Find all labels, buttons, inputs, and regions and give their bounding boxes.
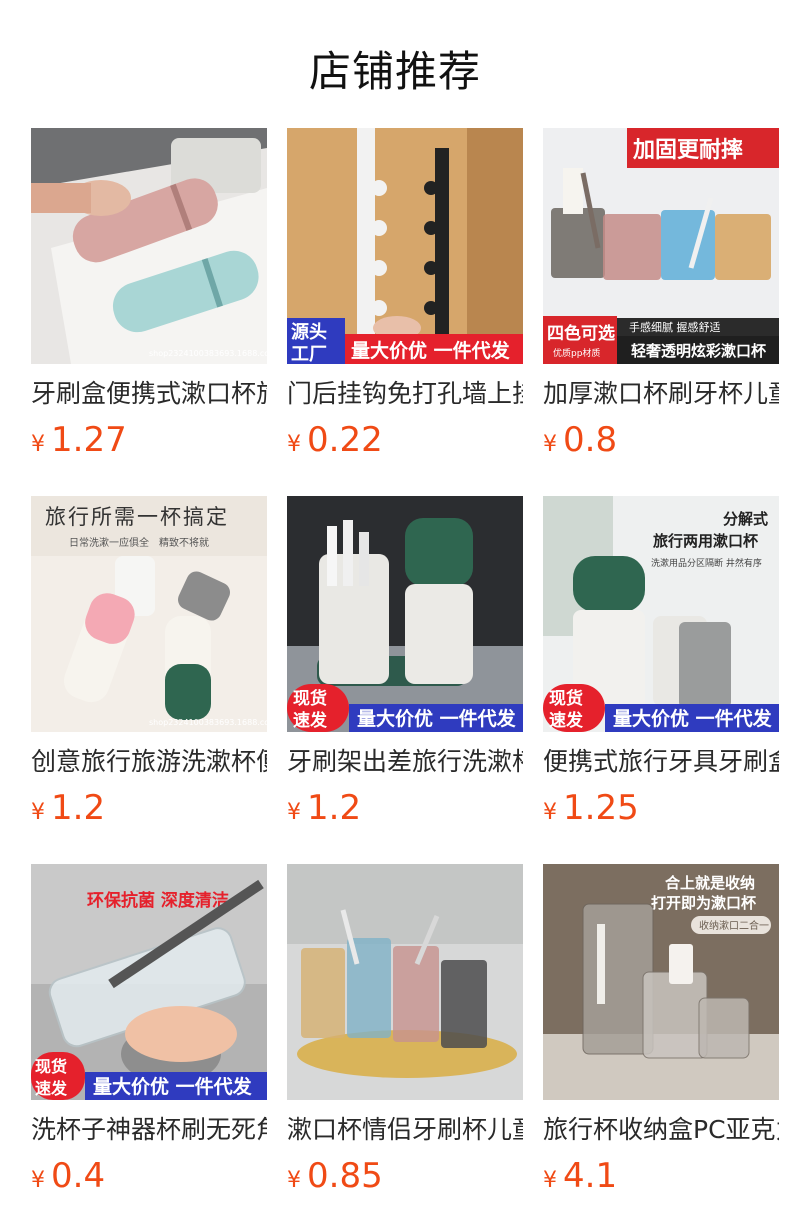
product-card[interactable]: 加固更耐摔 四色可选 优质pp材质 手感细腻 握感舒适 轻奢透明炫彩漱口杯 加厚… xyxy=(543,128,779,460)
banner-text: 量大价优 一件代发 xyxy=(93,1075,253,1098)
product-name[interactable]: 便携式旅行牙具牙刷盒 xyxy=(543,746,779,778)
product-name[interactable]: 牙刷盒便携式漱口杯旅行 xyxy=(31,378,267,410)
product-image-storage-cup[interactable]: 合上就是收纳 打开即为漱口杯 收纳漱口二合一 xyxy=(543,864,779,1100)
feature-text: 轻奢透明炫彩漱口杯 xyxy=(631,342,767,360)
product-name[interactable]: 牙刷架出差旅行洗漱杯套 xyxy=(287,746,523,778)
product-price: ¥1.25 xyxy=(543,788,779,828)
badge-text: 源头 xyxy=(291,321,327,343)
price-value: 4.1 xyxy=(563,1156,618,1196)
price-value: 0.8 xyxy=(563,420,618,460)
currency-symbol: ¥ xyxy=(543,1168,557,1193)
banner-text: 量大价优 一件代发 xyxy=(357,707,517,730)
product-name[interactable]: 旅行杯收纳盒PC亚克力 xyxy=(543,1114,779,1146)
badge-subtext: 优质pp材质 xyxy=(553,347,600,359)
price-value: 0.22 xyxy=(307,420,383,460)
price-value: 1.2 xyxy=(51,788,106,828)
watermark-text: shop2324100383693.1688.com xyxy=(149,349,267,358)
feature-text: 旅行两用漱口杯 xyxy=(653,532,759,550)
feature-tag: 收纳漱口二合一 xyxy=(699,919,769,932)
product-image-colored-cups[interactable]: 加固更耐摔 四色可选 优质pp材质 手感细腻 握感舒适 轻奢透明炫彩漱口杯 xyxy=(543,128,779,364)
product-card[interactable]: 旅行所需一杯搞定 日常洗漱一应俱全 精致不将就 shop232410038369… xyxy=(31,496,267,828)
product-image-cup-brush[interactable]: 环保抗菌 深度清洁 现货 速发 量大价优 一件代发 xyxy=(31,864,267,1100)
product-card[interactable]: 现货 速发 量大价优 一件代发 牙刷架出差旅行洗漱杯套 ¥1.2 xyxy=(287,496,523,828)
product-price: ¥1.2 xyxy=(287,788,523,828)
currency-symbol: ¥ xyxy=(287,800,301,825)
product-image-toothbrush-case[interactable]: shop2324100383693.1688.com xyxy=(31,128,267,364)
product-price: ¥0.85 xyxy=(287,1156,523,1196)
product-card[interactable]: 漱口杯情侣牙刷杯儿童 ¥0.85 xyxy=(287,864,523,1196)
product-price: ¥0.8 xyxy=(543,420,779,460)
product-image-split-cup[interactable]: 分解式 旅行两用漱口杯 洗漱用品分区隔断 井然有序 现货 速发 量大价优 一件代… xyxy=(543,496,779,732)
product-image-door-hook[interactable]: 源头 工厂 量大价优 一件代发 xyxy=(287,128,523,364)
product-price: ¥0.4 xyxy=(31,1156,267,1196)
subheadline-text: 日常洗漱一应俱全 精致不将就 xyxy=(69,536,209,549)
feature-text: 打开即为漱口杯 xyxy=(651,894,757,912)
currency-symbol: ¥ xyxy=(287,432,301,457)
feature-text: 手感细腻 握感舒适 xyxy=(629,320,721,334)
badge-text: 速发 xyxy=(293,710,328,731)
currency-symbol: ¥ xyxy=(31,432,45,457)
currency-symbol: ¥ xyxy=(287,1168,301,1193)
price-value: 1.2 xyxy=(307,788,362,828)
currency-symbol: ¥ xyxy=(543,432,557,457)
page-title: 店铺推荐 xyxy=(308,47,481,96)
badge-text: 工厂 xyxy=(291,344,327,364)
product-card[interactable]: 合上就是收纳 打开即为漱口杯 收纳漱口二合一 旅行杯收纳盒PC亚克力 ¥4.1 xyxy=(543,864,779,1196)
banner-text: 量大价优 一件代发 xyxy=(613,707,773,730)
badge-text: 现货 xyxy=(549,688,583,709)
feature-subtext: 洗漱用品分区隔断 井然有序 xyxy=(651,557,762,569)
badge-text: 现货 xyxy=(35,1057,67,1076)
product-image-green-cup-set[interactable]: 现货 速发 量大价优 一件代发 xyxy=(287,496,523,732)
price-value: 1.25 xyxy=(563,788,639,828)
feature-text: 合上就是收纳 xyxy=(664,874,755,892)
banner-text: 量大价优 一件代发 xyxy=(351,339,511,362)
product-image-travel-cups[interactable]: 旅行所需一杯搞定 日常洗漱一应俱全 精致不将就 shop232410038369… xyxy=(31,496,267,732)
price-value: 1.27 xyxy=(51,420,127,460)
product-name[interactable]: 漱口杯情侣牙刷杯儿童 xyxy=(287,1114,523,1146)
product-card[interactable]: 分解式 旅行两用漱口杯 洗漱用品分区隔断 井然有序 现货 速发 量大价优 一件代… xyxy=(543,496,779,828)
headline-text: 旅行所需一杯搞定 xyxy=(45,505,229,529)
currency-symbol: ¥ xyxy=(543,800,557,825)
product-name[interactable]: 门后挂钩免打孔墙上挂 xyxy=(287,378,523,410)
product-card[interactable]: 源头 工厂 量大价优 一件代发 门后挂钩免打孔墙上挂 ¥0.22 xyxy=(287,128,523,460)
product-price: ¥1.2 xyxy=(31,788,267,828)
product-card[interactable]: shop2324100383693.1688.com 牙刷盒便携式漱口杯旅行 ¥… xyxy=(31,128,267,460)
badge-text: 加固更耐摔 xyxy=(632,137,743,163)
currency-symbol: ¥ xyxy=(31,1168,45,1193)
feature-text: 分解式 xyxy=(723,510,768,528)
watermark-text: shop2324100383693.1688.com xyxy=(149,718,267,727)
product-image-couple-cups[interactable] xyxy=(287,864,523,1100)
badge-text: 速发 xyxy=(35,1079,68,1098)
badge-text: 现货 xyxy=(293,688,327,709)
product-price: ¥0.22 xyxy=(287,420,523,460)
price-value: 0.85 xyxy=(307,1156,383,1196)
currency-symbol: ¥ xyxy=(31,800,45,825)
product-price: ¥4.1 xyxy=(543,1156,779,1196)
headline-text: 环保抗菌 深度清洁 xyxy=(87,890,229,911)
badge-text: 速发 xyxy=(549,710,584,731)
product-name[interactable]: 洗杯子神器杯刷无死角 xyxy=(31,1114,267,1146)
product-name[interactable]: 加厚漱口杯刷牙杯儿童 xyxy=(543,378,779,410)
product-card[interactable]: 环保抗菌 深度清洁 现货 速发 量大价优 一件代发 洗杯子神器杯刷无死角 ¥0.… xyxy=(31,864,267,1196)
product-name[interactable]: 创意旅行旅游洗漱杯便携 xyxy=(31,746,267,778)
product-price: ¥1.27 xyxy=(31,420,267,460)
price-value: 0.4 xyxy=(51,1156,106,1196)
badge-text: 四色可选 xyxy=(547,323,615,344)
